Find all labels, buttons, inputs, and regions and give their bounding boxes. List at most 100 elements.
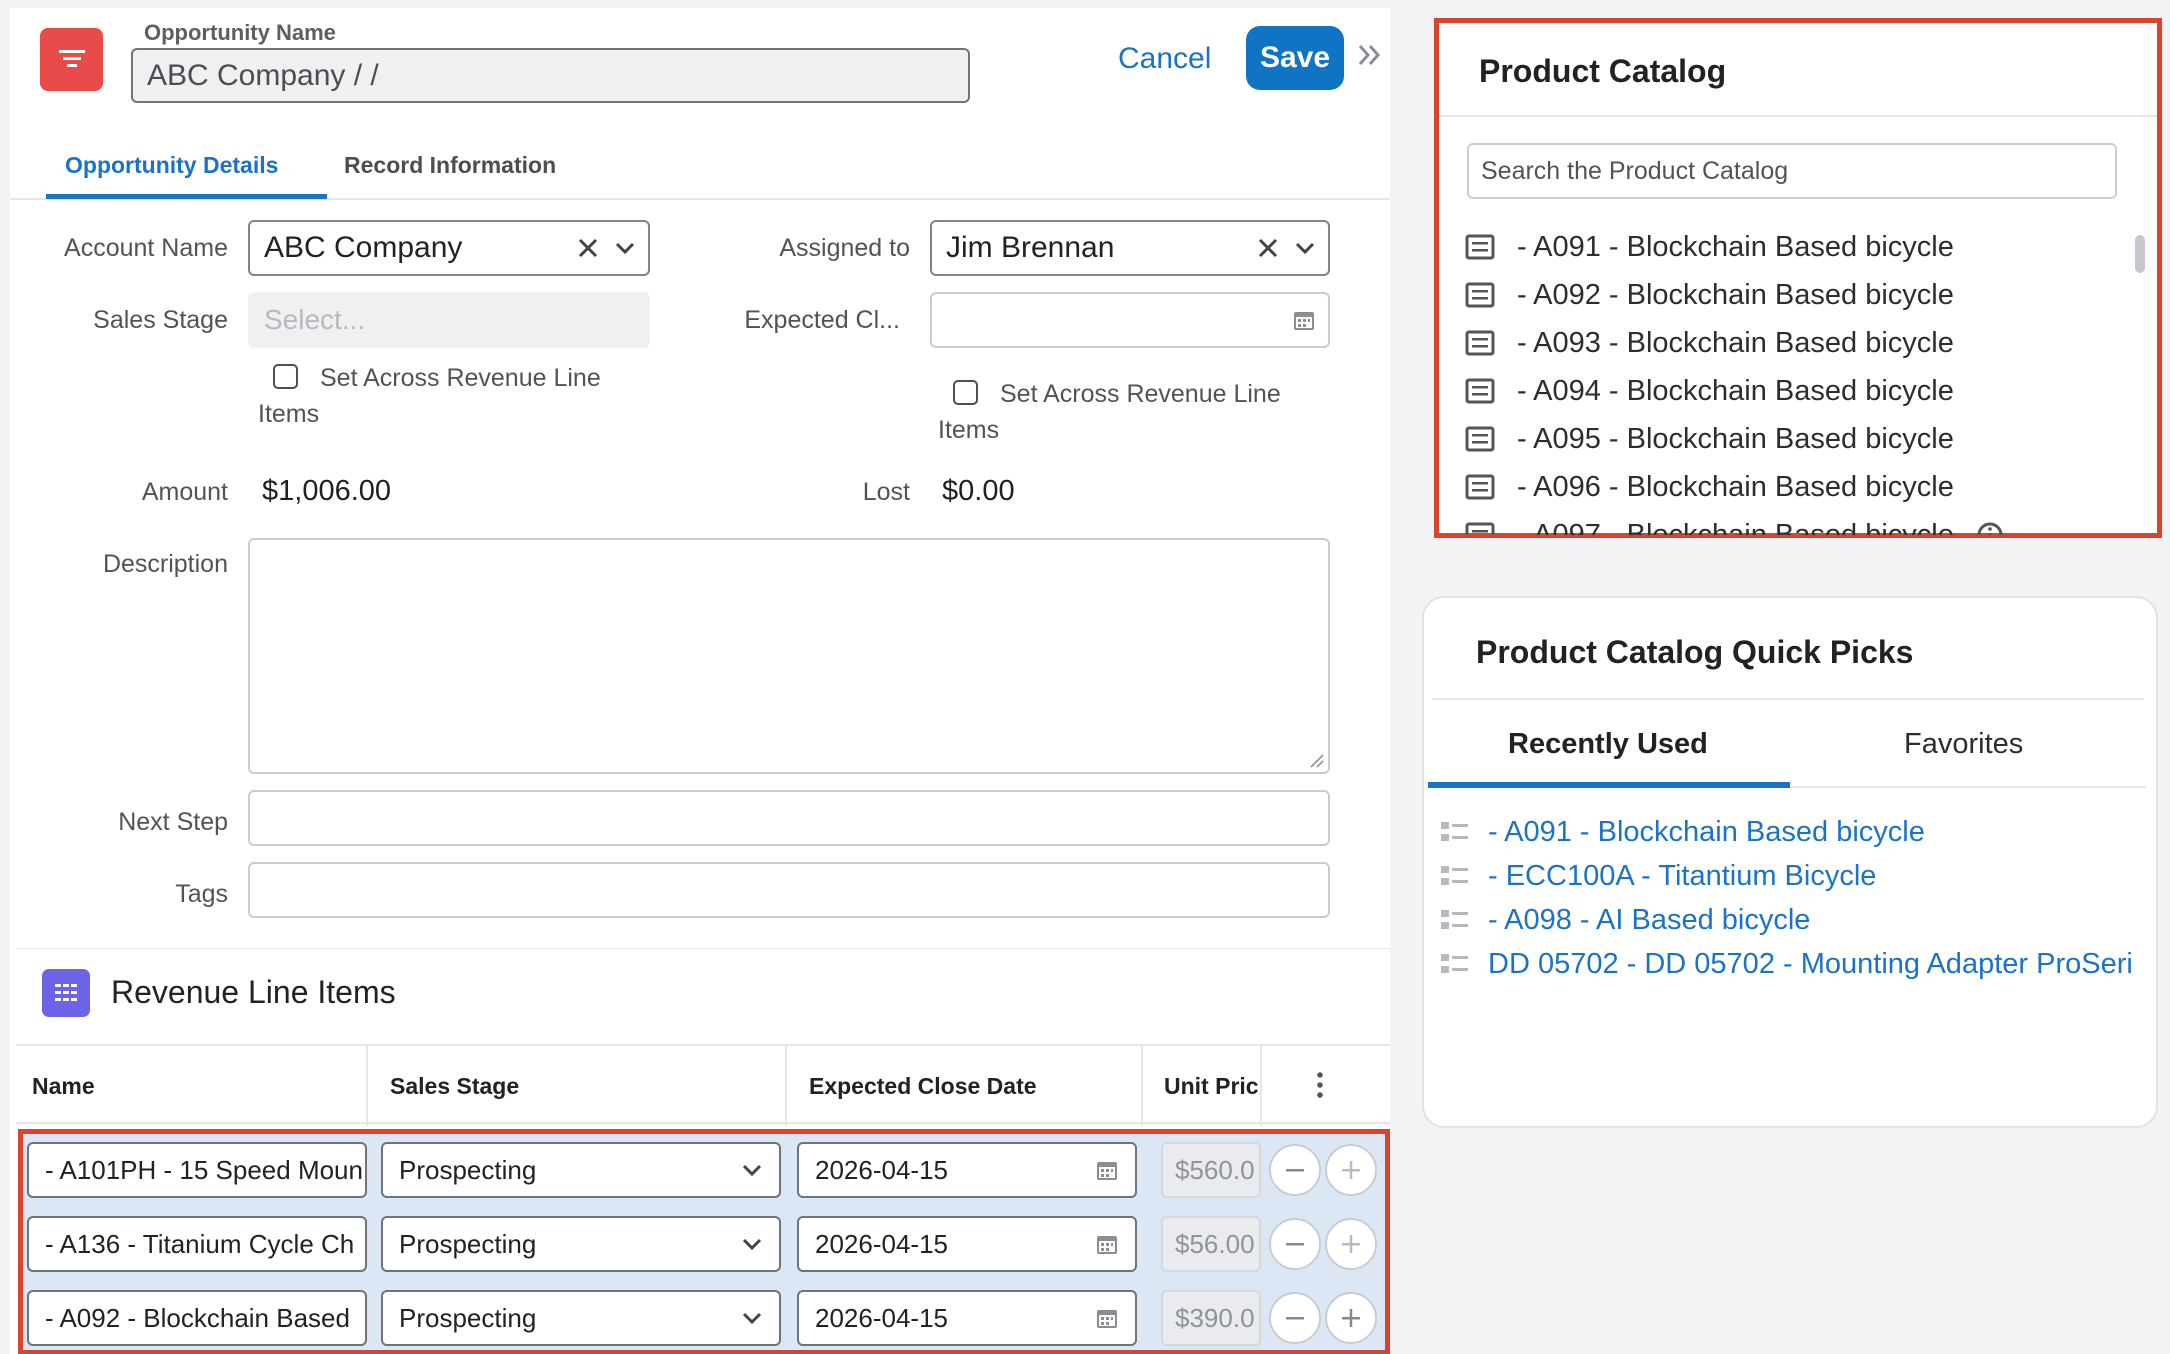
- column-header-unit-price[interactable]: Unit Pric: [1164, 1073, 1260, 1100]
- tags-input[interactable]: [248, 862, 1330, 918]
- add-row-button[interactable]: [1325, 1144, 1377, 1196]
- set-across-rli-checkbox-date[interactable]: [953, 380, 978, 405]
- set-across-rli-label-stage-2: Items: [258, 400, 320, 428]
- rli-name-input[interactable]: - A092 - Blockchain Based: [27, 1290, 367, 1346]
- product-catalog-title: Product Catalog: [1479, 53, 1727, 89]
- tab-baseline: [1790, 786, 2146, 788]
- product-icon: [1465, 330, 1495, 356]
- rli-sales-stage-select[interactable]: Prospecting: [381, 1142, 781, 1198]
- divider: [1439, 115, 2157, 117]
- account-name-value: ABC Company: [264, 231, 463, 264]
- rli-unit-price: $56.00: [1161, 1216, 1261, 1272]
- tab-record-information[interactable]: Record Information: [344, 152, 556, 179]
- expected-close-date-input[interactable]: [930, 292, 1330, 348]
- rli-sales-stage-select[interactable]: Prospecting: [381, 1216, 781, 1272]
- plus-icon: [1342, 1235, 1360, 1253]
- active-tab-indicator: [46, 194, 327, 199]
- product-catalog-list[interactable]: - A091 - Blockchain Based bicycle - A092…: [1465, 223, 2135, 535]
- clear-icon[interactable]: [576, 236, 600, 260]
- account-name-select[interactable]: ABC Company: [248, 220, 650, 276]
- table-row: - A092 - Blockchain Based Prospecting 20…: [23, 1282, 1385, 1354]
- quick-pick-link[interactable]: - ECC100A - Titantium Bicycle: [1488, 860, 1876, 893]
- tab-recently-used[interactable]: Recently Used: [1508, 728, 1708, 761]
- quick-picks-list: - A091 - Blockchain Based bicycle - ECC1…: [1440, 810, 2152, 986]
- rli-close-date-input[interactable]: 2026-04-15: [797, 1142, 1137, 1198]
- calendar-icon[interactable]: [1095, 1232, 1119, 1256]
- catalog-item[interactable]: - A094 - Blockchain Based bicycle: [1465, 367, 2135, 415]
- table-row: - A136 - Titanium Cycle Ch Prospecting 2…: [23, 1208, 1385, 1282]
- chevron-down-icon[interactable]: [614, 236, 636, 260]
- list-item[interactable]: - ECC100A - Titantium Bicycle: [1440, 854, 2152, 898]
- assigned-to-value: Jim Brennan: [946, 231, 1115, 264]
- catalog-item[interactable]: - A097 - Blockchain Based bicycle: [1465, 511, 2135, 535]
- chevron-down-icon[interactable]: [1294, 236, 1316, 260]
- list-item[interactable]: DD 05702 - DD 05702 - Mounting Adapter P…: [1440, 942, 2152, 986]
- assigned-to-select[interactable]: Jim Brennan: [930, 220, 1330, 276]
- list-item[interactable]: - A091 - Blockchain Based bicycle: [1440, 810, 2152, 854]
- set-across-rli-checkbox-stage[interactable]: [273, 364, 298, 389]
- catalog-item[interactable]: - A091 - Blockchain Based bicycle: [1465, 223, 2135, 271]
- rli-name-input[interactable]: - A101PH - 15 Speed Moun: [27, 1142, 367, 1198]
- lost-value: $0.00: [942, 475, 1015, 507]
- rli-unit-price: $560.0: [1161, 1142, 1261, 1198]
- rli-rows-highlight: - A101PH - 15 Speed Moun Prospecting 202…: [18, 1129, 1390, 1354]
- tab-favorites[interactable]: Favorites: [1904, 728, 2023, 761]
- catalog-item-label: - A096 - Blockchain Based bicycle: [1517, 470, 1954, 503]
- rli-close-date-input[interactable]: 2026-04-15: [797, 1290, 1137, 1346]
- resize-handle-icon[interactable]: [1308, 752, 1324, 768]
- column-header-name[interactable]: Name: [32, 1073, 95, 1100]
- catalog-item[interactable]: - A095 - Blockchain Based bicycle: [1465, 415, 2135, 463]
- info-icon[interactable]: [1976, 521, 2004, 535]
- quick-pick-link[interactable]: - A091 - Blockchain Based bicycle: [1488, 816, 1925, 849]
- rli-sales-stage-value: Prospecting: [399, 1302, 537, 1333]
- rli-close-date-input[interactable]: 2026-04-15: [797, 1216, 1137, 1272]
- catalog-item-label: - A097 - Blockchain Based bicycle: [1517, 518, 1954, 536]
- product-icon: [1465, 474, 1495, 500]
- amount-value: $1,006.00: [262, 475, 392, 507]
- product-catalog-card: Product Catalog Search the Product Catal…: [1434, 18, 2162, 538]
- clear-icon[interactable]: [1256, 236, 1280, 260]
- next-step-input[interactable]: [248, 790, 1330, 846]
- remove-row-button[interactable]: [1269, 1292, 1321, 1344]
- remove-row-button[interactable]: [1269, 1144, 1321, 1196]
- product-catalog-search-input[interactable]: Search the Product Catalog: [1467, 143, 2117, 199]
- expand-panel-icon[interactable]: [1357, 40, 1383, 75]
- calendar-icon[interactable]: [1292, 308, 1316, 332]
- column-header-sales-stage[interactable]: Sales Stage: [390, 1073, 519, 1100]
- add-row-button[interactable]: [1325, 1218, 1377, 1270]
- save-button[interactable]: Save: [1246, 26, 1344, 90]
- tab-opportunity-details[interactable]: Opportunity Details: [65, 152, 278, 179]
- list-icon: [1441, 910, 1468, 929]
- quick-pick-link[interactable]: DD 05702 - DD 05702 - Mounting Adapter P…: [1488, 948, 2133, 981]
- quick-pick-link[interactable]: - A098 - AI Based bicycle: [1488, 904, 1810, 937]
- catalog-item[interactable]: - A092 - Blockchain Based bicycle: [1465, 271, 2135, 319]
- catalog-scrollbar[interactable]: [2135, 235, 2145, 273]
- next-step-label: Next Step: [118, 808, 228, 836]
- description-textarea[interactable]: [248, 538, 1330, 774]
- rli-sales-stage-select[interactable]: Prospecting: [381, 1290, 781, 1346]
- remove-row-button[interactable]: [1269, 1218, 1321, 1270]
- list-icon: [1441, 822, 1468, 841]
- opportunity-name-input[interactable]: ABC Company / /: [131, 48, 970, 103]
- sales-stage-select[interactable]: Select...: [248, 292, 650, 348]
- revenue-line-items-icon: [42, 969, 90, 1017]
- opportunity-name-label: Opportunity Name: [144, 20, 336, 45]
- sidebar-panel: Product Catalog Search the Product Catal…: [1400, 0, 2170, 1354]
- set-across-rli-label-date-2: Items: [938, 416, 1000, 444]
- more-options-icon[interactable]: [1315, 1070, 1325, 1100]
- calendar-icon[interactable]: [1095, 1158, 1119, 1182]
- calendar-icon[interactable]: [1095, 1306, 1119, 1330]
- column-header-expected-close-date[interactable]: Expected Close Date: [809, 1073, 1037, 1100]
- rli-close-date-value: 2026-04-15: [815, 1154, 948, 1185]
- list-item[interactable]: - A098 - AI Based bicycle: [1440, 898, 2152, 942]
- rli-name-input[interactable]: - A136 - Titanium Cycle Ch: [27, 1216, 367, 1272]
- account-name-label: Account Name: [64, 234, 228, 262]
- add-row-button[interactable]: [1325, 1292, 1377, 1344]
- minus-icon: [1286, 1169, 1304, 1172]
- catalog-item[interactable]: - A096 - Blockchain Based bicycle: [1465, 463, 2135, 511]
- column-divider: [366, 1046, 368, 1126]
- catalog-item-label: - A095 - Blockchain Based bicycle: [1517, 422, 1954, 455]
- cancel-button[interactable]: Cancel: [1118, 42, 1211, 76]
- minus-icon: [1286, 1243, 1304, 1246]
- catalog-item[interactable]: - A093 - Blockchain Based bicycle: [1465, 319, 2135, 367]
